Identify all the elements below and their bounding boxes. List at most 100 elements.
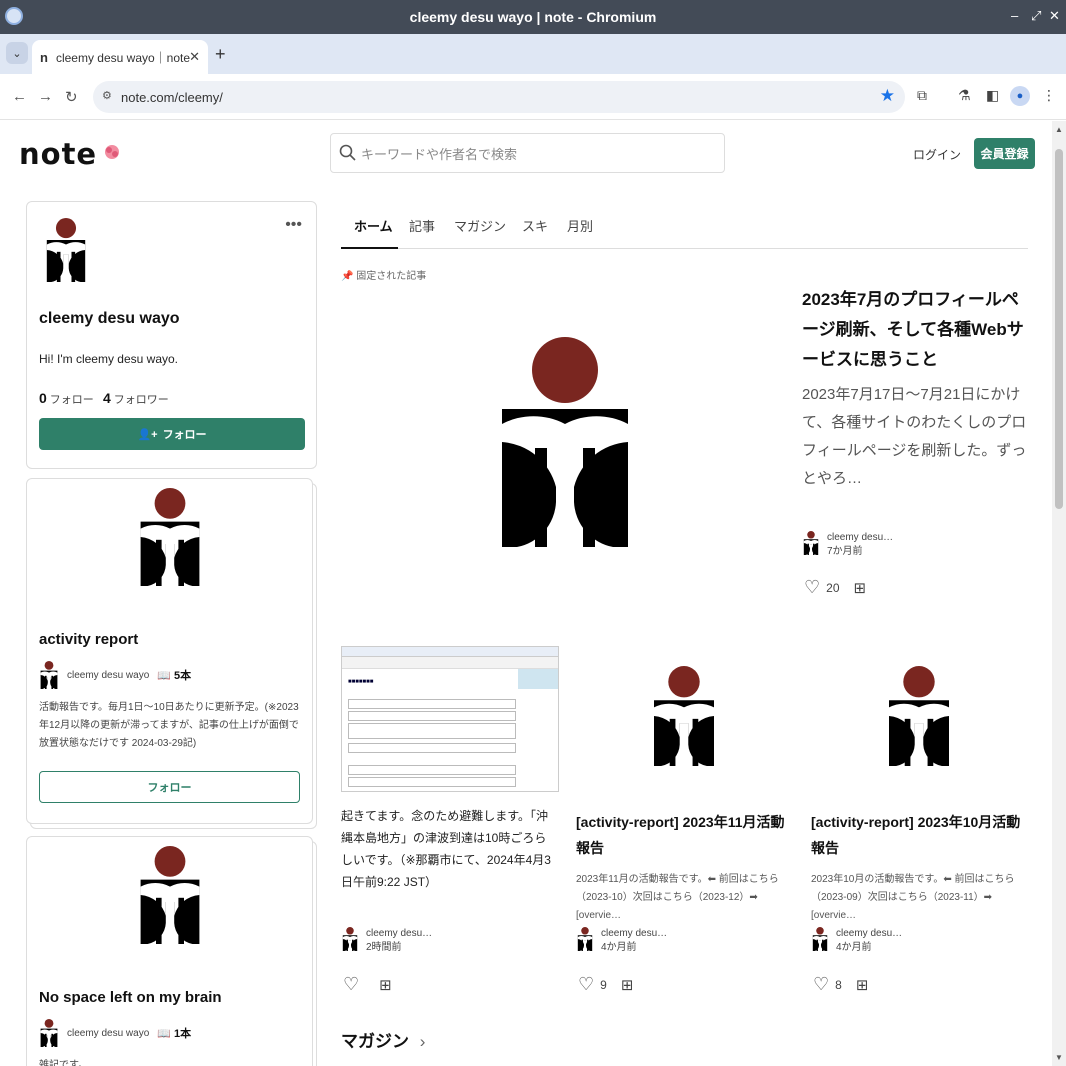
note-actions: ♡ ⊞: [343, 974, 392, 995]
profile-avatar-icon[interactable]: ●: [1010, 86, 1030, 106]
author-avatar: [39, 661, 59, 689]
window-title-bar: cleemy desu wayo | note - Chromium – ⤢ ✕: [0, 0, 1066, 34]
tab-articles[interactable]: 記事: [409, 216, 435, 235]
author-name[interactable]: cleemy desu…: [836, 927, 902, 941]
post-time: 4か月前: [836, 942, 872, 953]
author-avatar: [811, 927, 829, 951]
pinned-article-title[interactable]: 2023年7月のプロフィールページ刷新、そして各種Webサービスに思うこと: [802, 285, 1028, 375]
close-window-icon[interactable]: ✕: [1049, 8, 1060, 24]
add-to-magazine-icon[interactable]: ⊞: [379, 976, 392, 994]
following-count[interactable]: 0: [39, 390, 47, 406]
profile-name[interactable]: cleemy desu wayo: [39, 310, 180, 328]
note-title[interactable]: [activity-report] 2023年11月活動報告: [576, 809, 786, 861]
window-title: cleemy desu wayo | note - Chromium: [409, 9, 657, 25]
following-label[interactable]: フォロー: [50, 394, 94, 406]
note-excerpt: 2023年10月の活動報告です。⬅ 前回はこちら（2023-09）次回はこちら（…: [811, 874, 1015, 921]
active-tab-indicator: [341, 247, 398, 249]
magazine-section-heading[interactable]: マガジン ›: [341, 1027, 425, 1052]
magazine-card[interactable]: No space left on my brain cleemy desu wa…: [26, 836, 313, 1066]
magazine-card[interactable]: activity report cleemy desu wayo 📖 5本 活動…: [26, 478, 313, 824]
heart-icon[interactable]: ♡: [578, 974, 594, 995]
scrollbar-thumb[interactable]: [1055, 149, 1063, 509]
profile-avatar[interactable]: [43, 218, 89, 282]
extensions-icon[interactable]: ⧉: [917, 87, 927, 104]
chevron-right-icon: ›: [419, 1032, 426, 1051]
magazine-title[interactable]: activity report: [39, 631, 138, 648]
url-text: note.com/cleemy/: [121, 89, 223, 105]
author-avatar: [341, 927, 359, 951]
note-author: cleemy desu… 4か月前: [811, 927, 902, 955]
lab-icon[interactable]: ⚗: [958, 87, 971, 104]
note-flower-icon: [105, 145, 119, 159]
pinned-article-thumbnail[interactable]: [490, 337, 640, 547]
address-bar[interactable]: ⚙ note.com/cleemy/ ★: [93, 81, 905, 113]
note-favicon-icon: n: [40, 49, 48, 65]
tab-likes[interactable]: スキ: [522, 216, 548, 235]
pinned-author: cleemy desu… 7か月前: [802, 531, 893, 559]
post-time: 2時間前: [366, 942, 402, 953]
site-info-icon[interactable]: ⚙: [102, 89, 112, 102]
browser-tab[interactable]: n cleemy desu wayo｜note ✕: [32, 40, 208, 74]
author-name[interactable]: cleemy desu…: [601, 927, 667, 941]
note-screenshot-thumbnail[interactable]: ■■■■■■■: [341, 646, 559, 792]
author-name[interactable]: cleemy desu…: [366, 927, 432, 941]
author-name[interactable]: cleemy desu wayo: [67, 670, 149, 681]
back-icon[interactable]: ←: [12, 88, 27, 105]
add-to-magazine-icon[interactable]: ⊞: [621, 976, 634, 994]
add-to-magazine-icon[interactable]: ⊞: [856, 976, 869, 994]
add-user-icon: 👤+: [137, 428, 158, 441]
post-time: 4か月前: [601, 942, 637, 953]
heart-icon[interactable]: ♡: [813, 974, 829, 995]
book-icon: 📖: [157, 1027, 171, 1040]
magazine-thumbnail: [135, 845, 205, 945]
article-count: 1本: [173, 1028, 192, 1040]
tab-magazines[interactable]: マガジン: [454, 216, 506, 235]
note-logo[interactable]: note: [19, 137, 97, 171]
tab-monthly[interactable]: 月別: [567, 216, 593, 235]
magazine-title[interactable]: No space left on my brain: [39, 989, 222, 1006]
new-tab-icon[interactable]: +: [215, 44, 226, 65]
pinned-label-text: 固定された記事: [356, 271, 427, 282]
author-name[interactable]: cleemy desu…: [827, 531, 893, 545]
pinned-article-excerpt: 2023年7月17日〜7月21日にかけて、各種サイトのわたくしのプロフィールペー…: [802, 386, 1027, 487]
follow-button[interactable]: 👤+ フォロー: [39, 418, 305, 450]
note-thumbnail[interactable]: [883, 666, 955, 766]
add-to-magazine-icon[interactable]: ⊞: [854, 579, 867, 597]
author-avatar: [802, 531, 820, 555]
scroll-up-icon[interactable]: ▲: [1055, 125, 1063, 134]
like-count: 20: [826, 580, 840, 595]
more-options-icon[interactable]: •••: [285, 216, 302, 234]
followers-count[interactable]: 4: [103, 390, 111, 406]
reload-icon[interactable]: ↻: [65, 88, 78, 106]
scroll-down-icon[interactable]: ▼: [1055, 1053, 1063, 1062]
maximize-icon[interactable]: ⤢: [1031, 8, 1041, 24]
tab-search-dropdown-icon[interactable]: ⌄: [6, 42, 28, 64]
magazine-follow-button[interactable]: フォロー: [39, 771, 300, 803]
note-body[interactable]: 起きてます。念のため避難します。「沖縄本島地方」の津波到達は10時ごろらしいです…: [341, 805, 556, 893]
chromium-app-icon: [5, 7, 23, 25]
note-thumbnail[interactable]: [648, 666, 720, 766]
note-author: cleemy desu… 2時間前: [341, 927, 432, 955]
magazine-author: cleemy desu wayo 📖 1本: [39, 1019, 191, 1047]
search-input[interactable]: キーワードや作者名で検索: [330, 133, 725, 173]
menu-kebab-icon[interactable]: ⋮: [1042, 87, 1056, 104]
followers-label[interactable]: フォロワー: [114, 394, 169, 406]
pinned-label: 📌 固定された記事: [341, 267, 426, 282]
author-name[interactable]: cleemy desu wayo: [67, 1028, 149, 1039]
pin-icon: 📌: [341, 271, 354, 282]
heart-icon[interactable]: ♡: [804, 577, 820, 598]
close-tab-icon[interactable]: ✕: [189, 49, 200, 65]
forward-icon[interactable]: →: [38, 88, 53, 105]
signup-button[interactable]: 会員登録: [974, 138, 1035, 169]
note-title[interactable]: [activity-report] 2023年10月活動報告: [811, 809, 1021, 861]
tab-home[interactable]: ホーム: [354, 216, 393, 235]
minimize-icon[interactable]: –: [1011, 8, 1018, 23]
tab-title: cleemy desu wayo｜note: [55, 50, 191, 65]
pinned-actions: ♡ 20 ⊞: [804, 577, 866, 598]
heart-icon[interactable]: ♡: [343, 974, 359, 995]
login-link[interactable]: ログイン: [913, 146, 961, 163]
bookmark-star-icon[interactable]: ★: [880, 86, 895, 106]
page-scrollbar[interactable]: ▲ ▼: [1052, 121, 1066, 1066]
side-panel-icon[interactable]: ◧: [986, 87, 999, 104]
profile-stats: 0 フォロー 4 フォロワー: [39, 390, 169, 407]
